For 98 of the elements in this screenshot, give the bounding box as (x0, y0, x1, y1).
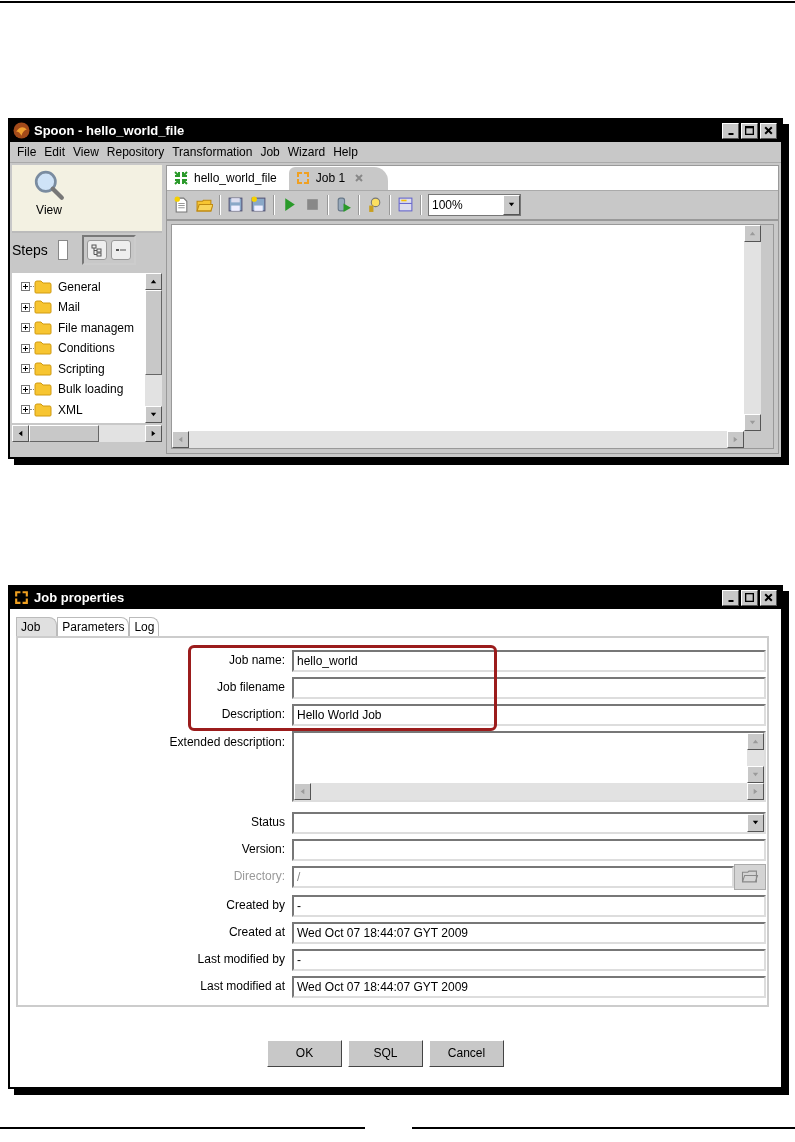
tree-item[interactable]: Conditions (58, 341, 115, 356)
window-title: Job properties (34, 590, 125, 605)
close-button[interactable] (760, 589, 777, 606)
folder-icon (34, 382, 52, 397)
expand-icon[interactable] (21, 364, 30, 374)
tab[interactable]: Job 1 (288, 166, 389, 190)
dialog-button[interactable]: SQL (348, 1039, 423, 1067)
scrollbar[interactable] (12, 424, 162, 442)
text-field[interactable] (292, 676, 766, 699)
tree-item[interactable]: General (58, 279, 101, 294)
menu-item[interactable]: View (70, 143, 104, 160)
app-icon (13, 122, 30, 139)
field-label: Directory: (232, 867, 285, 885)
view-button[interactable]: View (32, 164, 66, 217)
folder-icon (34, 341, 52, 356)
minimize-icon (727, 599, 734, 602)
close-icon (763, 592, 774, 603)
field-label: Extended description: (168, 733, 285, 751)
menu-item[interactable]: Help (330, 143, 363, 160)
text-field[interactable]: Wed Oct 07 18:44:07 GYT 2009 (292, 921, 766, 944)
field-label: Description: (220, 705, 285, 723)
field-label: Last modified at (199, 977, 285, 995)
arrows-icon (294, 170, 311, 186)
close-button[interactable] (760, 122, 777, 139)
menu-item[interactable]: Edit (41, 143, 71, 160)
dialog-button[interactable]: OK (267, 1039, 342, 1067)
menu-item[interactable]: Wizard (284, 143, 331, 160)
field-label: Job filename (215, 678, 285, 696)
folder-icon (741, 869, 759, 884)
expand-icon[interactable] (21, 323, 30, 333)
maximize-button[interactable] (741, 122, 758, 139)
field-label: Created at (227, 923, 285, 941)
expand-icon[interactable] (21, 343, 30, 353)
folder-icon (34, 361, 52, 376)
text-field[interactable]: - (292, 948, 766, 971)
expand-icon[interactable] (21, 405, 30, 415)
text-field[interactable]: hello_world (292, 649, 766, 672)
field-label: Job name: (227, 651, 285, 669)
preview-icon[interactable] (335, 196, 352, 213)
expand-icon[interactable] (21, 384, 30, 394)
new-document-icon[interactable] (173, 196, 190, 213)
arrows-icon (173, 170, 189, 186)
save-icon[interactable] (227, 196, 244, 213)
field-label: Status (249, 813, 285, 831)
list-icon (116, 248, 126, 251)
text-area[interactable] (292, 730, 766, 802)
field-label: Created by (225, 896, 285, 914)
dropdown[interactable] (292, 811, 766, 834)
text-field[interactable] (292, 838, 766, 861)
folder-icon (34, 320, 52, 335)
layout-icon[interactable] (397, 196, 414, 213)
minimize-button[interactable] (722, 589, 739, 606)
tree-item[interactable]: Scripting (58, 361, 105, 376)
tree-view-button[interactable] (87, 239, 107, 260)
search-icon[interactable] (366, 196, 383, 213)
caret-icon (507, 200, 516, 209)
tab[interactable]: Parameters (57, 616, 130, 636)
text-field[interactable]: Wed Oct 07 18:44:07 GYT 2009 (292, 975, 766, 998)
steps-label: Steps (12, 241, 49, 258)
tree-item[interactable]: File managem (58, 320, 135, 335)
caret-icon (751, 818, 760, 827)
folder-icon (34, 402, 52, 417)
expand-icon[interactable] (21, 302, 30, 312)
window-title: Spoon - hello_world_file (34, 123, 185, 138)
minimize-button[interactable] (722, 122, 739, 139)
text-field[interactable]: Hello World Job (292, 703, 766, 726)
menu-item[interactable]: Repository (103, 143, 170, 160)
minimize-icon (727, 132, 734, 135)
close-icon (763, 125, 774, 136)
maximize-button[interactable] (741, 589, 758, 606)
field-label: Version: (240, 840, 285, 858)
maximize-icon (744, 592, 755, 603)
arrows-icon (13, 589, 30, 606)
steps-search-field[interactable] (58, 239, 68, 260)
save-as-icon[interactable] (250, 196, 267, 213)
list-view-button[interactable] (111, 239, 131, 260)
folder-icon (34, 300, 52, 315)
folder-icon (34, 279, 52, 294)
dialog-button[interactable]: Cancel (429, 1039, 504, 1067)
menu-item[interactable]: Job (257, 143, 285, 160)
tab[interactable]: Job (16, 616, 58, 636)
text-field[interactable]: - (292, 894, 766, 917)
stop-icon[interactable] (304, 196, 321, 213)
tree-item[interactable]: Mail (58, 300, 80, 315)
expand-icon[interactable] (21, 282, 30, 292)
scrollbar[interactable] (145, 272, 162, 423)
menu-item[interactable]: Transformation (169, 143, 258, 160)
menu-item[interactable]: File (14, 143, 42, 160)
tree-item[interactable]: XML (58, 402, 83, 417)
browse-button[interactable] (734, 863, 766, 890)
zoom-dropdown[interactable]: 100% (428, 193, 521, 216)
scroll-arrow-icon[interactable] (16, 428, 25, 438)
tree-icon (90, 242, 104, 257)
close-icon[interactable] (354, 173, 365, 183)
field-label: Last modified by (196, 950, 285, 968)
maximize-icon (744, 125, 755, 136)
tree-item[interactable]: Bulk loading (58, 382, 124, 397)
tab[interactable]: Log (129, 616, 160, 636)
